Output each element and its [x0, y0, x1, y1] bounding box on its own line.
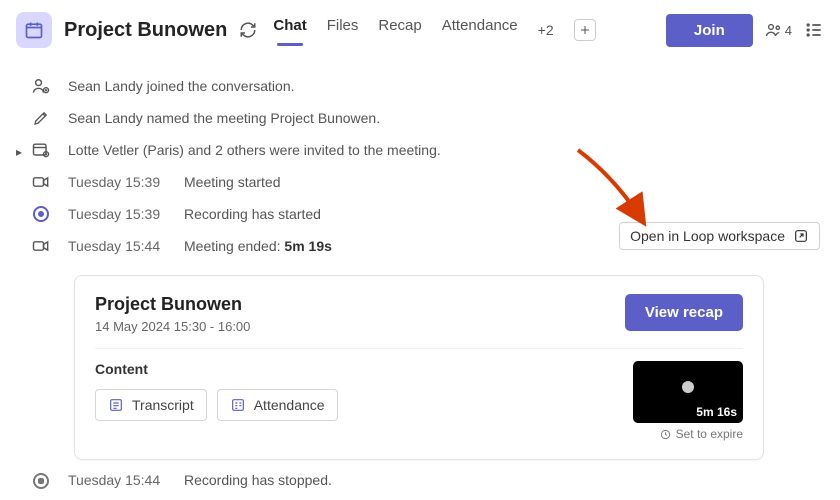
- expire-label: Set to expire: [660, 427, 743, 441]
- clock-icon: [660, 429, 671, 440]
- calendar-add-icon: [30, 139, 52, 161]
- timestamp: Tuesday 15:39: [68, 173, 168, 191]
- duration: 5m 19s: [284, 238, 331, 254]
- video-duration: 5m 16s: [696, 405, 737, 419]
- join-button[interactable]: Join: [666, 14, 753, 47]
- card-title: Project Bunowen: [95, 294, 250, 315]
- participants-number: 4: [785, 23, 792, 38]
- button-label: Open in Loop workspace: [630, 228, 785, 244]
- timestamp: Tuesday 15:44: [68, 237, 168, 255]
- chip-label: Attendance: [254, 397, 325, 413]
- event-text: Recording has started: [184, 205, 321, 223]
- sync-icon[interactable]: [239, 21, 257, 39]
- event-text: Sean Landy named the meeting Project Bun…: [68, 109, 380, 127]
- system-event-invited: ▸ Lotte Vetler (Paris) and 2 others were…: [30, 139, 820, 161]
- timestamp: Tuesday 15:39: [68, 205, 168, 223]
- record-icon: [30, 203, 52, 225]
- person-add-icon: [30, 75, 52, 97]
- tab-recap[interactable]: Recap: [378, 17, 421, 44]
- chip-label: Transcript: [132, 397, 194, 413]
- content-heading: Content: [95, 361, 338, 377]
- tab-chat[interactable]: Chat: [273, 17, 306, 44]
- event-text: Lotte Vetler (Paris) and 2 others were i…: [68, 141, 441, 159]
- view-recap-button[interactable]: View recap: [625, 294, 743, 331]
- open-in-loop-button[interactable]: Open in Loop workspace: [619, 222, 820, 250]
- event-text: Recording has stopped.: [184, 471, 332, 489]
- system-event-named: Sean Landy named the meeting Project Bun…: [30, 107, 820, 129]
- edit-icon: [30, 107, 52, 129]
- tab-attendance[interactable]: Attendance: [442, 17, 518, 44]
- event-text: Meeting ended: 5m 19s: [184, 237, 332, 255]
- transcript-icon: [108, 397, 124, 413]
- meeting-icon[interactable]: [16, 12, 52, 48]
- system-event-recording-stopped: Tuesday 15:44 Recording has stopped.: [30, 470, 820, 492]
- card-time-range: 14 May 2024 15:30 - 16:00: [95, 319, 250, 334]
- system-event-meeting-started: Tuesday 15:39 Meeting started: [30, 171, 820, 193]
- attendance-icon: [230, 397, 246, 413]
- timestamp: Tuesday 15:44: [68, 471, 168, 489]
- recap-card: Project Bunowen 14 May 2024 15:30 - 16:0…: [74, 275, 764, 460]
- open-external-icon: [793, 228, 809, 244]
- tab-files[interactable]: Files: [327, 17, 359, 44]
- panel-toggle-icon[interactable]: [804, 20, 824, 40]
- add-tab-button[interactable]: [574, 19, 596, 41]
- transcript-chip[interactable]: Transcript: [95, 389, 207, 421]
- thumbnail-content-icon: [682, 381, 694, 393]
- event-text: Meeting started: [184, 173, 281, 191]
- video-icon: [30, 171, 52, 193]
- event-text: Sean Landy joined the conversation.: [68, 77, 295, 95]
- page-title: Project Bunowen: [64, 19, 227, 42]
- participants-count[interactable]: 4: [765, 21, 792, 39]
- recording-thumbnail[interactable]: 5m 16s: [633, 361, 743, 423]
- chat-feed: Sean Landy joined the conversation. Sean…: [0, 51, 840, 492]
- system-event-joined: Sean Landy joined the conversation.: [30, 75, 820, 97]
- expand-caret-icon[interactable]: ▸: [16, 145, 22, 161]
- video-icon: [30, 235, 52, 257]
- stop-icon: [30, 470, 52, 492]
- tab-bar: Chat Files Recap Attendance +2: [273, 17, 595, 44]
- attendance-chip[interactable]: Attendance: [217, 389, 338, 421]
- tab-overflow[interactable]: +2: [538, 22, 554, 38]
